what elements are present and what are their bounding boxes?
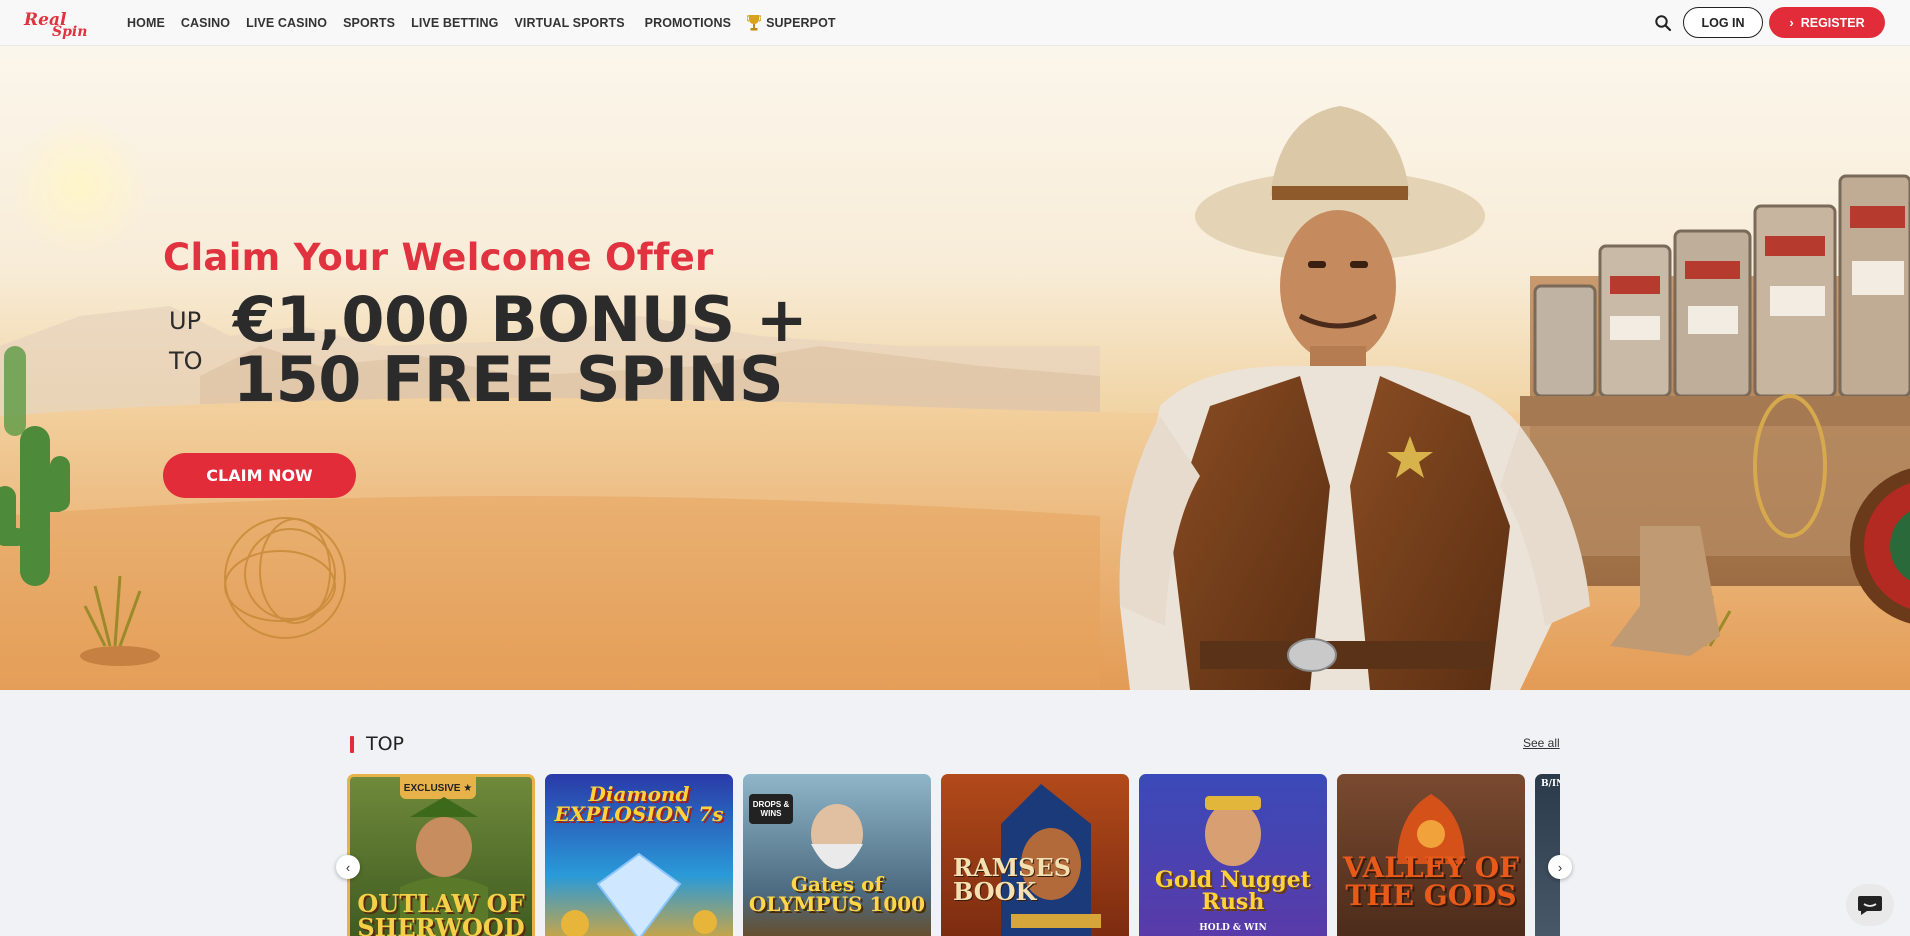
game-title: RAMSES BOOK [953,853,1072,906]
game-title: Diamond EXPLOSION 7s [554,782,724,826]
main-nav: HOME CASINO LIVE CASINO SPORTS LIVE BETT… [127,0,852,46]
nav-superpot-label: SUPERPOT [766,16,836,30]
carousel-prev-button[interactable]: ‹ [336,855,360,879]
section-accent-bar [350,735,354,753]
nav-promotions-label: PROMOTIONS [644,16,732,30]
nav-superpot[interactable]: SUPERPOT [747,14,836,32]
nav-sports[interactable]: SPORTS [343,16,395,30]
nav-live-casino[interactable]: LIVE CASINO [246,16,327,30]
nav-home-label: HOME [127,16,165,30]
up-to-label: UP TO [169,301,203,381]
hero-banner[interactable]: Claim Your Welcome Offer UP TO €1,000 BO… [0,46,1910,690]
register-label: REGISTER [1800,15,1865,30]
section-title: TOP [366,733,405,755]
game-title: Gold Nugget Rush [1155,867,1311,915]
offer-title: Claim Your Welcome Offer [163,236,714,279]
realspin-logo[interactable]: Real Spin [22,6,92,40]
search-icon[interactable] [1654,14,1672,32]
cowboy-character [1119,106,1590,690]
chevron-right-icon: › [1557,859,1563,875]
game-card-outlaw-of-sherwood[interactable]: EXCLUSIVE ★ OUTLAW OF SHERWOOD [347,774,535,936]
game-title: VALLEY OF THE GODS [1343,851,1519,912]
nav-sports-label: SPORTS [343,16,396,30]
game-card-ramses-book[interactable]: RAMSES BOOK [941,774,1129,936]
claim-now-button[interactable]: CLAIM NOW [163,453,356,498]
sun-glow [10,116,150,256]
hero-text: Claim Your Welcome Offer UP TO €1,000 BO… [163,236,808,417]
game-title: B/ING [1541,779,1560,789]
chevron-left-icon: ‹ [345,859,351,875]
nav-live-casino-label: LIVE CASINO [246,16,328,30]
claim-now-label: CLAIM NOW [206,466,313,485]
nav-promotions[interactable]: PROMOTIONS [645,16,731,30]
game-title: Gates of OLYMPUS 1000 [748,872,926,916]
nav-casino-label: CASINO [180,16,231,30]
chat-button[interactable] [1846,884,1894,926]
bonus-block: UP TO €1,000 BONUS + 150 FREE SPINS [163,283,808,417]
nav-virtual-sports[interactable]: VIRTUAL SPORTS [514,16,624,30]
top-section-header: TOP [350,733,404,755]
saloon-slot-machines [1520,174,1910,586]
carousel-next-button[interactable]: › [1548,855,1572,879]
game-card-valley-of-the-gods[interactable]: VALLEY OF THE GODS [1337,774,1525,936]
nav-live-betting-label: LIVE BETTING [411,16,499,30]
register-button[interactable]: › REGISTER [1769,7,1885,38]
login-button[interactable]: LOG IN [1683,7,1763,38]
up-label: UP [169,307,202,335]
nav-home[interactable]: HOME [127,16,165,30]
game-card-gates-of-olympus[interactable]: DROPS & WINS Gates of OLYMPUS 1000 [743,774,931,936]
to-label: TO [169,347,203,375]
logo-text-spin: Spin [52,24,87,40]
login-label: LOG IN [1701,15,1745,30]
chat-icon [1858,896,1882,915]
game-title: OUTLAW OF SHERWOOD [357,889,525,936]
free-spins: 150 FREE SPINS [233,343,784,416]
game-card-gold-nugget-rush[interactable]: Gold Nugget Rush HOLD & WIN [1139,774,1327,936]
nav-virtual-sports-label: VIRTUAL SPORTS [514,16,625,30]
site-header: Real Spin HOME CASINO LIVE CASINO SPORTS… [0,0,1910,46]
trophy-icon [747,15,762,31]
nav-casino[interactable]: CASINO [181,16,230,30]
nav-live-betting[interactable]: LIVE BETTING [411,16,498,30]
see-all-link[interactable]: See all [1523,736,1560,750]
chevron-right-icon: › [1789,15,1794,30]
game-card-diamond-explosion[interactable]: Diamond EXPLOSION 7s [545,774,733,936]
games-carousel: EXCLUSIVE ★ OUTLAW OF SHERWOOD Diamond E… [347,774,1560,936]
game-subtitle: HOLD & WIN [1199,923,1267,933]
